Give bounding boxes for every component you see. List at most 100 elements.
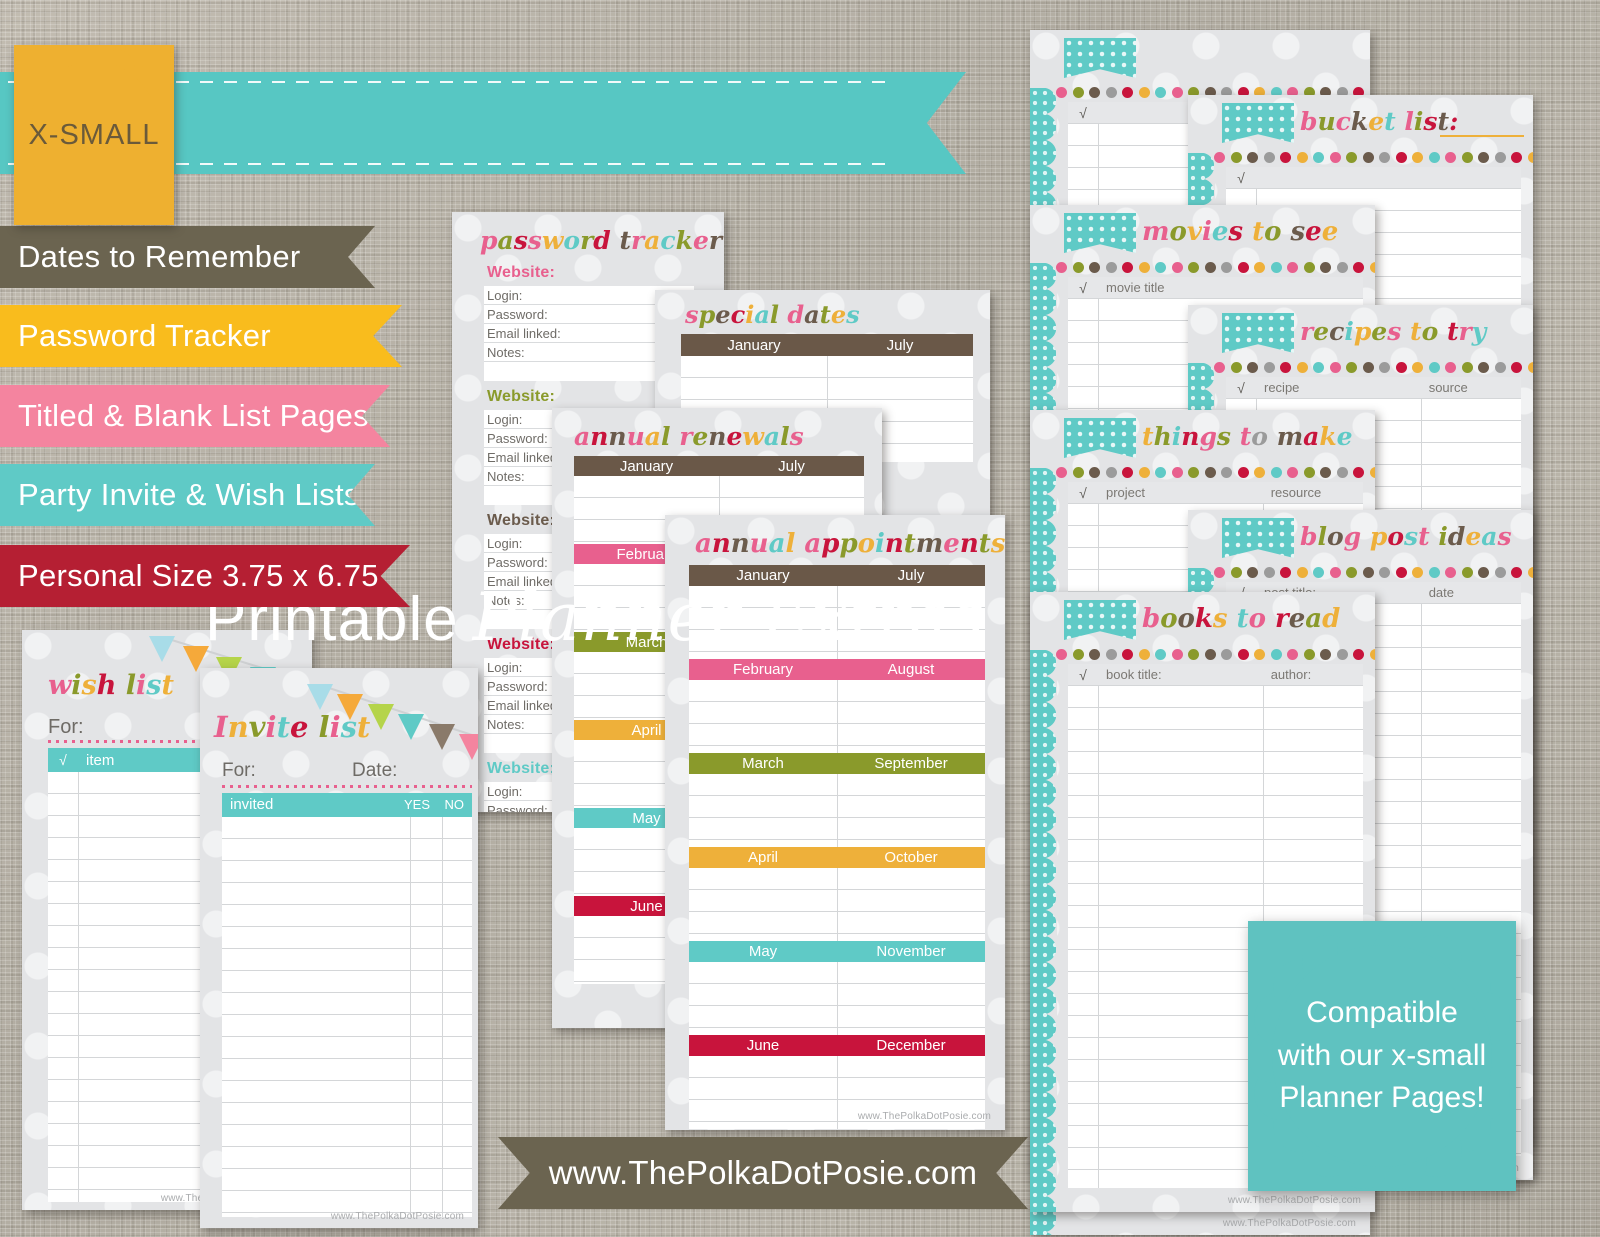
month-cell: July xyxy=(886,336,914,354)
border-dot xyxy=(1089,649,1100,660)
page-watermark: www.ThePolkaDotPosie.com xyxy=(330,1211,464,1222)
invite-list-lines xyxy=(222,817,472,1217)
border-dot xyxy=(1320,649,1331,660)
border-dot xyxy=(1188,467,1199,478)
title-letter: a xyxy=(1303,422,1320,451)
title-letter: i xyxy=(1413,107,1424,136)
feature-ribbon-3[interactable]: Titled & Blank List Pages xyxy=(0,385,390,447)
bunting-flag xyxy=(459,734,478,760)
border-dot xyxy=(1412,362,1423,373)
title-letter: a xyxy=(574,422,591,451)
border-dot xyxy=(1171,87,1183,98)
title-letter: t xyxy=(819,300,831,329)
poster-canvas: √www.ThePolkaDotPosie.combucket list:√ww… xyxy=(0,0,1600,1237)
title-letter: o xyxy=(563,226,581,255)
border-dot xyxy=(1362,362,1374,373)
bunting-flag xyxy=(398,714,425,740)
title-letter: e xyxy=(692,226,709,255)
title-letter: e xyxy=(943,529,960,559)
bunting-flag xyxy=(307,684,333,710)
border-dot xyxy=(1353,467,1364,478)
title-flag-icon xyxy=(1064,418,1136,458)
border-dot xyxy=(1171,467,1183,478)
title-letter: t xyxy=(903,529,916,559)
dotted-rule xyxy=(222,785,472,788)
border-dot xyxy=(1303,262,1315,273)
feature-ribbon-label: Party Invite & Wish Lists xyxy=(18,477,360,512)
border-dot xyxy=(1329,362,1341,373)
border-dot xyxy=(1270,467,1282,478)
border-dot xyxy=(1138,87,1150,98)
special-dates-month-header: January July xyxy=(681,334,973,356)
feature-ribbon-5[interactable]: Personal Size 3.75 x 6.75 xyxy=(0,545,410,607)
title-letter: l xyxy=(318,710,330,744)
invite-list-date-label: Date: xyxy=(352,760,398,781)
books-to-read-title: books to read xyxy=(1142,604,1340,634)
compat-line-1: Compatible xyxy=(1306,996,1458,1030)
feature-ribbon-4[interactable]: Party Invite & Wish Lists xyxy=(0,464,375,526)
title-letter: o xyxy=(1248,604,1266,634)
title-letter: c xyxy=(1335,107,1351,136)
title-letter: s xyxy=(1423,107,1438,136)
bucket-list-write-line[interactable] xyxy=(1440,135,1524,137)
title-letter: b xyxy=(1300,107,1318,136)
feature-ribbon-1[interactable]: Dates to Remember xyxy=(0,226,375,288)
border-dot xyxy=(1280,567,1291,578)
check-column-icon: √ xyxy=(1079,666,1087,683)
title-letter: m xyxy=(915,529,944,559)
title-letter xyxy=(795,529,804,559)
secondary-column-label: author: xyxy=(1270,667,1312,682)
title-letter: a xyxy=(754,300,770,329)
border-dot xyxy=(1369,467,1375,478)
footer-ribbon[interactable]: www.ThePolkaDotPosie.com xyxy=(498,1137,1028,1209)
border-dot xyxy=(1287,467,1298,478)
border-dot xyxy=(1445,152,1456,163)
check-column-icon: √ xyxy=(1079,279,1087,296)
check-column-icon: √ xyxy=(1237,379,1245,396)
border-dot xyxy=(1138,262,1150,273)
title-letter: e xyxy=(1371,317,1388,346)
border-dot xyxy=(1336,467,1348,478)
title-letter: e xyxy=(1211,217,1229,247)
border-dot xyxy=(1056,262,1067,273)
title-letter: e xyxy=(1321,217,1339,247)
title-letter: o xyxy=(857,529,875,559)
title-letter xyxy=(1266,604,1275,634)
title-letter xyxy=(670,422,679,451)
border-dot xyxy=(1155,87,1166,98)
title-flag-icon xyxy=(1222,518,1294,558)
border-dot xyxy=(1105,467,1117,478)
column-divider xyxy=(1098,686,1099,1188)
page-watermark: www.ThePolkaDotPosie.com xyxy=(1227,1195,1361,1206)
month-header-row: January July xyxy=(574,456,864,476)
title-letter: t xyxy=(1410,317,1422,346)
title-letter: n xyxy=(1181,422,1200,451)
title-flag-icon xyxy=(1064,600,1136,640)
check-column-icon: √ xyxy=(59,752,67,768)
title-letter: : xyxy=(1449,107,1459,136)
title-letter: a xyxy=(644,226,661,255)
feature-ribbon-label: Password Tracker xyxy=(18,318,271,353)
title-letter xyxy=(1268,422,1277,451)
border-dot xyxy=(1511,567,1522,578)
password-website-label: Website: xyxy=(487,388,555,405)
feature-ribbon-label: Titled & Blank List Pages xyxy=(18,398,369,433)
password-website-label: Website: xyxy=(487,760,555,777)
title-letter: n xyxy=(227,710,249,744)
page-invite-list[interactable]: Invite list For: Date: invited YES NO ww… xyxy=(200,668,478,1228)
border-dot xyxy=(1237,262,1249,273)
dot-border xyxy=(1056,261,1375,274)
border-dot xyxy=(1346,152,1357,163)
title-letter: k xyxy=(1319,422,1337,451)
border-dot xyxy=(1254,262,1265,273)
border-dot xyxy=(1303,467,1315,478)
border-dot xyxy=(1237,649,1249,660)
feature-ribbon-2[interactable]: Password Tracker xyxy=(0,305,402,367)
border-dot xyxy=(1296,152,1308,163)
wish-list-title: wish list xyxy=(48,670,174,701)
title-letter: i xyxy=(1438,522,1448,551)
border-dot xyxy=(1263,152,1275,163)
bucket-list-column-header: √ xyxy=(1226,167,1521,189)
title-letter: n xyxy=(590,422,609,451)
title-letter: e xyxy=(1305,217,1322,247)
